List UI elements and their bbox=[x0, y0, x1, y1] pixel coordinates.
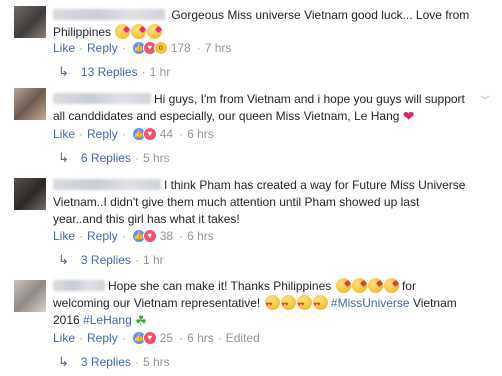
reaction-icons[interactable]: 👍 ♥ o bbox=[131, 41, 168, 55]
comment-text-line1b: for bbox=[401, 279, 416, 293]
reaction-count[interactable]: 38 bbox=[160, 228, 173, 244]
replies-count-link[interactable]: 13 Replies bbox=[81, 64, 138, 80]
comment-text-line3: year..and this girl has what it takes! bbox=[53, 212, 240, 226]
kiss-emoji-icon bbox=[335, 278, 351, 293]
comment-text-line1a: Hope she can make it! Thanks Philippines bbox=[108, 279, 332, 293]
four-leaf-clover-icon: ☘ bbox=[135, 313, 147, 328]
avatar[interactable] bbox=[14, 6, 46, 38]
heart-eyes-emoji-icon bbox=[264, 295, 280, 314]
timestamp[interactable]: 7 hrs bbox=[205, 40, 232, 56]
edited-label[interactable]: Edited bbox=[226, 330, 260, 346]
kiss-emoji-icon bbox=[351, 278, 367, 293]
comment-body: Hi guys, I'm from Vietnam and i hope you… bbox=[53, 91, 480, 125]
avatar[interactable] bbox=[14, 280, 46, 312]
reply-link[interactable]: Reply bbox=[87, 228, 118, 244]
like-link[interactable]: Like bbox=[53, 126, 75, 142]
kiss-emoji-icon bbox=[115, 24, 131, 39]
reaction-count[interactable]: 178 bbox=[171, 40, 191, 56]
comment-text-line2: all canddidates and especially, our quee… bbox=[53, 109, 400, 123]
like-link[interactable]: Like bbox=[53, 228, 75, 244]
comment-1: Gorgeous Miss universe Vietnam good luck… bbox=[0, 0, 502, 82]
comment-body: I think Pham has created a way for Futur… bbox=[53, 177, 480, 228]
reaction-count[interactable]: 25 bbox=[160, 330, 173, 346]
kiss-emoji-icon bbox=[131, 24, 147, 39]
kiss-emoji-icon bbox=[147, 24, 163, 39]
wow-reaction-icon: o bbox=[153, 41, 168, 55]
reply-link[interactable]: Reply bbox=[87, 126, 118, 142]
comment-text-line2: Vietnam..I didn't give them much attenti… bbox=[53, 195, 420, 209]
reply-link[interactable]: Reply bbox=[87, 40, 118, 56]
love-reaction-icon: ♥ bbox=[142, 127, 157, 141]
comment-actions: Like · Reply · 👍 ♥ o 178 · 7 hrs bbox=[53, 40, 232, 56]
hashtag-link[interactable]: #MissUniverse bbox=[331, 296, 410, 310]
view-replies[interactable]: ↳ 13 Replies · 1 hr bbox=[58, 64, 170, 80]
reply-arrow-icon: ↳ bbox=[58, 354, 69, 369]
kiss-emoji-icon bbox=[367, 278, 383, 293]
comment-text-line2b: Vietnam bbox=[412, 296, 457, 310]
comment-text-line2: Philippines bbox=[53, 25, 112, 39]
view-replies[interactable]: ↳ 3 Replies · 1 hr bbox=[58, 252, 164, 268]
avatar[interactable] bbox=[14, 178, 46, 210]
timestamp[interactable]: 6 hrs bbox=[187, 330, 214, 346]
love-reaction-icon: ♥ bbox=[142, 331, 157, 345]
comment-4: Hope she can make it! Thanks Philippines… bbox=[0, 274, 502, 376]
avatar[interactable] bbox=[14, 88, 46, 120]
heart-emoji-icon: ❤ bbox=[402, 108, 415, 124]
reaction-icons[interactable]: 👍 ♥ bbox=[131, 331, 157, 345]
like-link[interactable]: Like bbox=[53, 330, 75, 346]
timestamp[interactable]: 6 hrs bbox=[187, 228, 214, 244]
love-reaction-icon: ♥ bbox=[142, 229, 157, 243]
hashtag-link[interactable]: #LeHang bbox=[83, 313, 132, 327]
comment-3: I think Pham has created a way for Futur… bbox=[0, 174, 502, 274]
commenter-name-blurred[interactable] bbox=[53, 280, 105, 291]
reply-arrow-icon: ↳ bbox=[58, 252, 69, 267]
comment-body: Hope she can make it! Thanks Philippines… bbox=[53, 278, 480, 329]
kiss-emoji-icon bbox=[383, 278, 399, 293]
reply-arrow-icon: ↳ bbox=[58, 64, 69, 79]
heart-eyes-emoji-icon bbox=[296, 295, 312, 314]
view-replies[interactable]: ↳ 3 Replies · 5 hrs bbox=[58, 354, 170, 370]
chevron-down-icon[interactable]: ﹀ bbox=[480, 92, 490, 107]
commenter-name-blurred[interactable] bbox=[53, 9, 165, 20]
replies-time: 1 hr bbox=[149, 65, 171, 79]
comment-text-line1: I think Pham has created a way for Futur… bbox=[164, 178, 466, 192]
reaction-count[interactable]: 44 bbox=[160, 126, 173, 142]
commenter-name-blurred[interactable] bbox=[53, 93, 151, 104]
comment-body: Gorgeous Miss universe Vietnam good luck… bbox=[53, 7, 480, 41]
heart-eyes-emoji-icon bbox=[280, 295, 296, 314]
comment-actions: Like · Reply · 👍 ♥ 44 · 6 hrs bbox=[53, 126, 214, 142]
replies-count-link[interactable]: 3 Replies bbox=[81, 354, 131, 370]
comment-actions: Like · Reply · 👍 ♥ 25 · 6 hrs · Edited bbox=[53, 330, 260, 346]
replies-time: 1 hr bbox=[142, 253, 164, 267]
reaction-icons[interactable]: 👍 ♥ bbox=[131, 127, 157, 141]
replies-count-link[interactable]: 6 Replies bbox=[81, 150, 131, 166]
comment-text-line2a: welcoming our Vietnam representative! bbox=[53, 296, 261, 310]
comment-actions: Like · Reply · 👍 ♥ 38 · 6 hrs bbox=[53, 228, 214, 244]
like-link[interactable]: Like bbox=[53, 40, 75, 56]
replies-time: 5 hrs bbox=[142, 355, 170, 369]
comment-text-line3a: 2016 bbox=[53, 313, 80, 327]
comment-text-line1: Gorgeous Miss universe Vietnam good luck… bbox=[171, 8, 470, 22]
reply-link[interactable]: Reply bbox=[87, 330, 118, 346]
reaction-icons[interactable]: 👍 ♥ bbox=[131, 229, 157, 243]
timestamp[interactable]: 6 hrs bbox=[187, 126, 214, 142]
heart-eyes-emoji-icon bbox=[312, 295, 328, 314]
view-replies[interactable]: ↳ 6 Replies · 5 hrs bbox=[58, 150, 170, 166]
replies-time: 5 hrs bbox=[142, 151, 170, 165]
commenter-name-blurred[interactable] bbox=[53, 179, 161, 190]
replies-count-link[interactable]: 3 Replies bbox=[81, 252, 131, 268]
comment-text-line1: Hi guys, I'm from Vietnam and i hope you… bbox=[154, 92, 465, 106]
reply-arrow-icon: ↳ bbox=[58, 150, 69, 165]
comment-2: ﹀ Hi guys, I'm from Vietnam and i hope y… bbox=[0, 82, 502, 174]
